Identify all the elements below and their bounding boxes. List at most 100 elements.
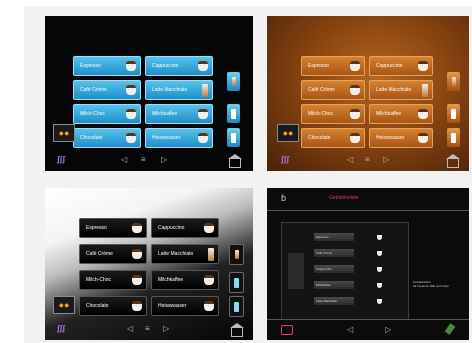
milk-glass-icon [451,108,456,119]
glass-icon [208,247,214,261]
description-line: für Dynamic Milk und Choc [413,284,449,288]
drink-tile-heisswasser[interactable]: Heisswasser [151,296,219,316]
glass-icon [422,83,428,97]
steam-icon[interactable]: ʃʃʃ [57,324,65,333]
drink-label: Heisswasser [376,135,405,141]
nav-forward-button[interactable]: ▷ [161,155,167,164]
nav-forward-button[interactable]: ▷ [163,324,169,333]
drink-tile-chocolate[interactable]: Chocolate [73,128,141,148]
drink-tile-heisswasser[interactable]: Heisswasser [145,128,213,148]
panel-amber-theme: Espresso Cappuccino Café Crème Latte Mac… [267,16,469,171]
nav-back-button[interactable]: ◁ [347,155,353,164]
list-item-label: Milchkaffee [314,281,354,289]
bean-select-button[interactable] [227,72,240,91]
milk-glass-icon [234,277,239,288]
drink-tile-latte-macchiato[interactable]: Latte Macchiato [369,80,433,100]
drink-label: Chocolate [308,135,331,141]
service-icon[interactable]: ɓ [281,193,286,203]
cold-milk-button[interactable] [447,128,460,147]
list-item-label: Cappuccino [314,265,354,273]
nav-forward-button[interactable]: ▷ [385,325,391,334]
cold-milk-button[interactable] [229,296,244,317]
settings-title: Getränkeliste [329,195,359,201]
drink-label: Café Crème [80,87,107,93]
nav-menu-button[interactable]: ≡ [141,155,146,164]
cup-icon [132,223,142,233]
drink-tile-latte-macchiato[interactable]: Latte Macchiato [151,244,219,264]
cup-icon [377,234,382,240]
nav-menu-button[interactable]: ≡ [365,155,370,164]
drink-tile-milchkaffee[interactable]: Milchkaffee [145,104,213,124]
drink-tile-espresso[interactable]: Espresso [73,56,141,76]
milk-glass-icon [231,108,236,119]
cup-icon [126,133,136,143]
confirm-icon[interactable] [444,323,456,335]
drink-tile-milchkaffee[interactable]: Milchkaffee [151,270,219,290]
list-item[interactable]: Latte Macchiato [314,295,382,307]
drink-tile-cappuccino[interactable]: Cappuccino [151,218,219,238]
drink-label: Milch-Choc [80,111,106,117]
home-icon[interactable] [228,154,242,168]
list-item[interactable]: Cappuccino [314,263,382,275]
drink-tile-heisswasser[interactable]: Heisswasser [369,128,433,148]
list-item[interactable]: Espresso [314,231,382,243]
list-item[interactable]: Milchkaffee [314,279,382,291]
milk-button[interactable] [227,104,240,123]
drink-label: Cappuccino [152,63,179,69]
cup-icon [418,109,428,119]
drink-tile-cafe-creme[interactable]: Café Crème [79,244,147,264]
drink-tile-milch-choc[interactable]: Milch-Choc [79,270,147,290]
list-item[interactable]: Café Crème [314,247,382,259]
nav-back-button[interactable]: ◁ [127,324,133,333]
cup-icon [350,85,360,95]
bean-select-button[interactable] [447,72,460,91]
drink-tile-cappuccino[interactable]: Cappuccino [145,56,213,76]
list-scrollbar[interactable] [288,253,304,289]
beans-icon: ●● [58,300,70,310]
cup-icon [126,85,136,95]
home-icon[interactable] [446,154,460,168]
cup-icon [132,249,142,259]
beans-button[interactable]: ●● [277,124,299,142]
bean-icon [234,250,239,259]
drink-label: Milch-Choc [308,111,334,117]
milk-button[interactable] [229,272,244,293]
drink-tile-milch-choc[interactable]: Milch-Choc [301,104,365,124]
drink-tile-cafe-creme[interactable]: Café Crème [73,80,141,100]
drink-label: Heisswasser [152,135,181,141]
steam-icon[interactable]: ʃʃʃ [281,155,289,164]
beans-button[interactable]: ●● [53,296,75,314]
drink-tile-espresso[interactable]: Espresso [79,218,147,238]
nav-back-button[interactable]: ◁ [347,325,353,334]
nav-forward-button[interactable]: ▷ [383,155,389,164]
cup-icon [132,301,142,311]
milk-button[interactable] [447,104,460,123]
beans-icon: ●● [58,128,70,138]
milk-glass-icon [451,132,456,143]
panel-settings: ɓ Getränkeliste Espresso Café Crème Capp… [267,188,469,340]
nav-back-button[interactable]: ◁ [121,155,127,164]
steam-icon[interactable]: ʃʃʃ [57,155,65,164]
list-item-label: Latte Macchiato [314,297,354,305]
drink-label: Café Crème [308,87,335,93]
bean-select-button[interactable] [229,244,244,265]
back-icon[interactable] [281,325,293,335]
cup-icon [377,298,382,304]
milk-glass-icon [234,301,239,312]
drink-tile-espresso[interactable]: Espresso [301,56,365,76]
drink-tile-latte-macchiato[interactable]: Latte Macchiato [145,80,213,100]
cup-icon [198,133,208,143]
drink-label: Milchkaffee [376,111,402,117]
cold-milk-button[interactable] [227,128,240,147]
drink-label: Chocolate [86,303,109,309]
drink-tile-milch-choc[interactable]: Milch-Choc [73,104,141,124]
drink-tile-cappuccino[interactable]: Cappuccino [369,56,433,76]
drink-tile-cafe-creme[interactable]: Café Crème [301,80,365,100]
nav-menu-button[interactable]: ≡ [145,324,150,333]
drink-tile-chocolate[interactable]: Chocolate [79,296,147,316]
cup-icon [198,61,208,71]
drink-tile-milchkaffee[interactable]: Milchkaffee [369,104,433,124]
home-icon[interactable] [230,323,244,337]
beans-button[interactable]: ●● [53,124,75,142]
drink-tile-chocolate[interactable]: Chocolate [301,128,365,148]
